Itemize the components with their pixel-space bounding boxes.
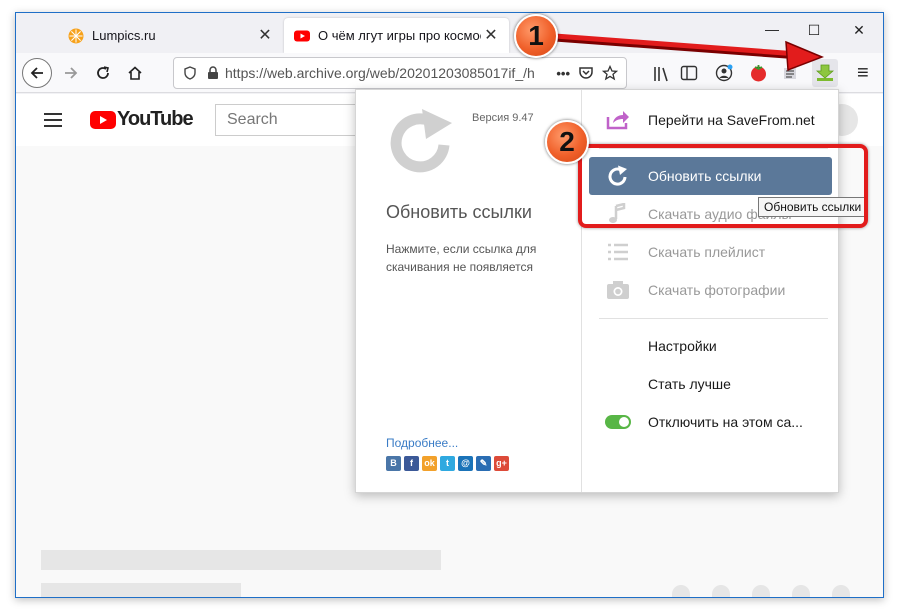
annotation-highlight-box [578, 144, 868, 228]
step-badge-1: 1 [514, 14, 558, 58]
annotation-arrow [551, 33, 825, 72]
step-badge-2: 2 [545, 120, 589, 164]
